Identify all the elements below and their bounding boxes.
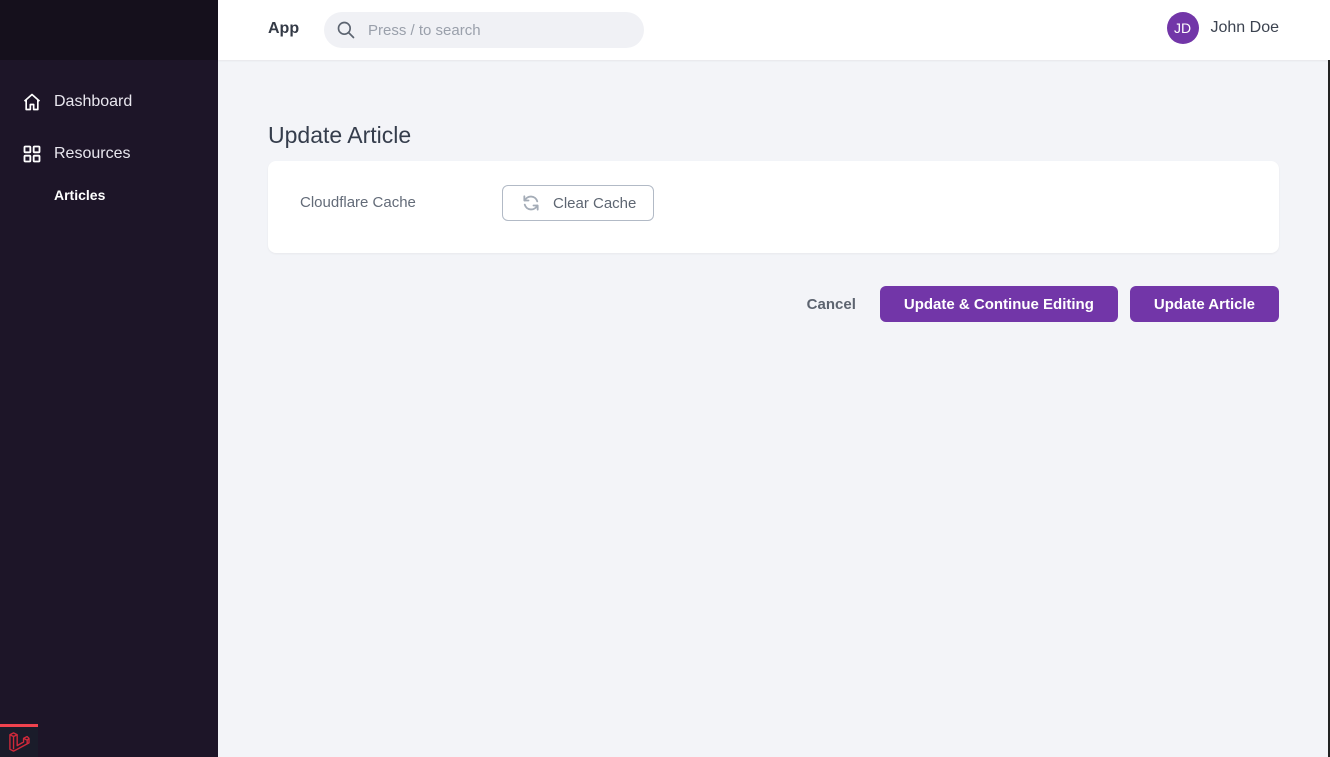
update-article-button[interactable]: Update Article — [1129, 286, 1279, 322]
cancel-button[interactable]: Cancel — [807, 296, 856, 313]
sidebar-item-resources[interactable]: Resources — [0, 142, 130, 166]
clear-cache-label: Clear Cache — [553, 194, 637, 212]
sidebar-item-articles[interactable]: Articles — [54, 187, 105, 203]
field-label-cloudflare-cache: Cloudflare Cache — [300, 194, 416, 211]
user-menu[interactable]: JD John Doe — [1166, 12, 1280, 44]
form-actions: Cancel Update & Continue Editing Update … — [807, 286, 1279, 322]
sidebar-item-label: Dashboard — [54, 93, 133, 110]
sidebar-item-dashboard[interactable]: Dashboard — [0, 90, 132, 114]
user-name: John Doe — [1210, 19, 1280, 36]
refresh-icon — [523, 195, 539, 211]
laravel-icon — [9, 732, 30, 752]
top-bar: App JD John Doe — [218, 0, 1330, 60]
page-title: Update Article — [268, 122, 412, 148]
sidebar-item-label: Resources — [54, 145, 131, 162]
grid-icon — [23, 145, 41, 163]
home-icon — [23, 93, 41, 111]
avatar: JD — [1166, 12, 1199, 44]
search-icon — [337, 21, 355, 39]
laravel-logo[interactable] — [0, 724, 38, 757]
clear-cache-button[interactable]: Clear Cache — [502, 185, 654, 221]
update-continue-button[interactable]: Update & Continue Editing — [879, 286, 1118, 322]
global-search[interactable] — [324, 12, 644, 48]
app-name[interactable]: App — [268, 20, 299, 38]
search-input[interactable] — [368, 21, 618, 39]
form-card: Cloudflare Cache Clear Cache — [268, 161, 1279, 253]
sidebar-header — [0, 0, 218, 60]
sidebar: Dashboard Resources Articles — [0, 0, 218, 757]
